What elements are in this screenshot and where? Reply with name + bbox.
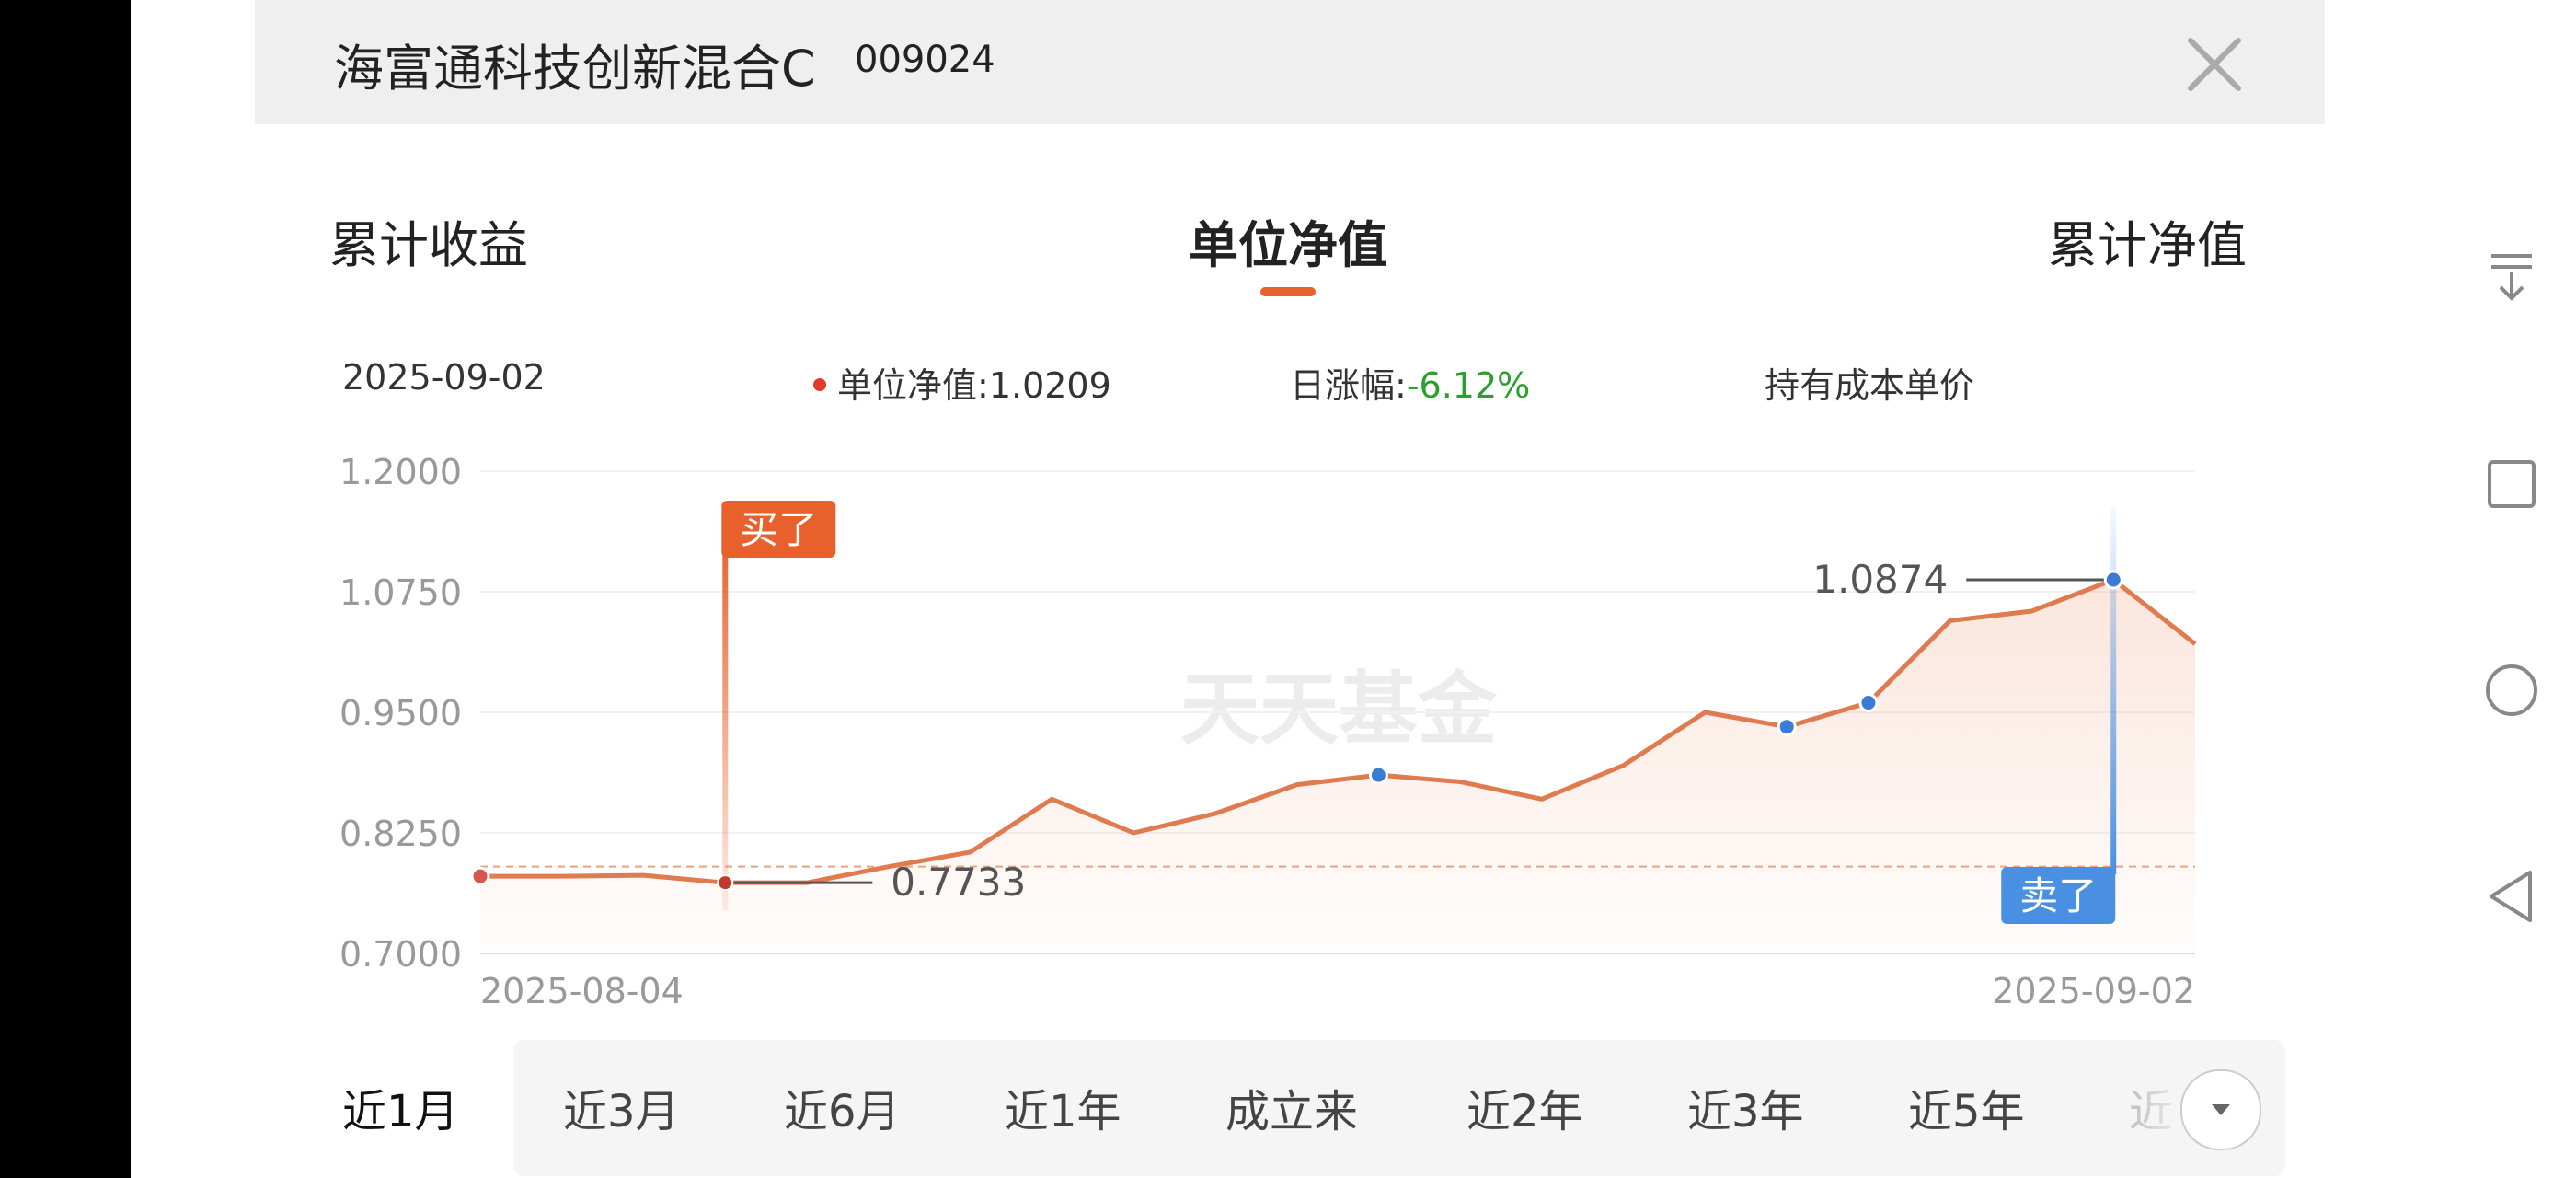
range-3y[interactable]: 近3年 [1687,1075,1804,1139]
range-1m[interactable]: 近1月 [342,1075,459,1139]
data-point [1368,765,1388,785]
y-tick-label: 0.8250 [339,814,462,854]
range-2y[interactable]: 近2年 [1466,1075,1583,1139]
range-fade [2107,1040,2190,1176]
watermark: 天天基金 [1180,663,1498,756]
range-since-inception[interactable]: 成立来 [1225,1075,1358,1139]
range-1y[interactable]: 近1年 [1005,1075,1121,1139]
circle-icon[interactable] [2484,663,2539,718]
nav-chart[interactable]: 天天基金 1.2000 1.0750 0.9500 0.8250 0.7000 2025-… [0,0,2576,1040]
y-tick-label: 1.2000 [339,452,462,492]
download-icon[interactable] [2484,248,2539,304]
y-tick-label: 0.9500 [339,693,462,733]
x-tick-label-end: 2025-09-02 [1992,971,2195,1011]
range-more-button[interactable] [2180,1069,2261,1150]
buy-vertical-line [722,534,729,911]
range-5y[interactable]: 近5年 [1908,1075,2025,1139]
sell-vertical-line [2110,506,2117,874]
data-point [2103,570,2123,590]
data-point [1777,717,1797,737]
back-triangle-icon[interactable] [2484,869,2539,924]
sell-badge-label: 卖了 [2019,873,2097,918]
data-point [470,866,490,886]
buy-value-label: 0.7733 [891,860,1026,905]
y-tick-label: 0.7000 [339,934,462,975]
y-tick-label: 1.0750 [339,572,462,613]
range-6m[interactable]: 近6月 [784,1075,901,1139]
range-3m[interactable]: 近3月 [563,1075,680,1139]
x-tick-label-start: 2025-08-04 [480,971,684,1011]
sell-value-label: 1.0874 [1812,557,1948,602]
system-nav-bar [2447,0,2576,1178]
chevron-down-icon [2212,1104,2230,1115]
data-point [1858,693,1879,713]
buy-point [717,874,734,892]
buy-badge-label: 买了 [740,507,817,552]
square-icon[interactable] [2484,456,2539,512]
